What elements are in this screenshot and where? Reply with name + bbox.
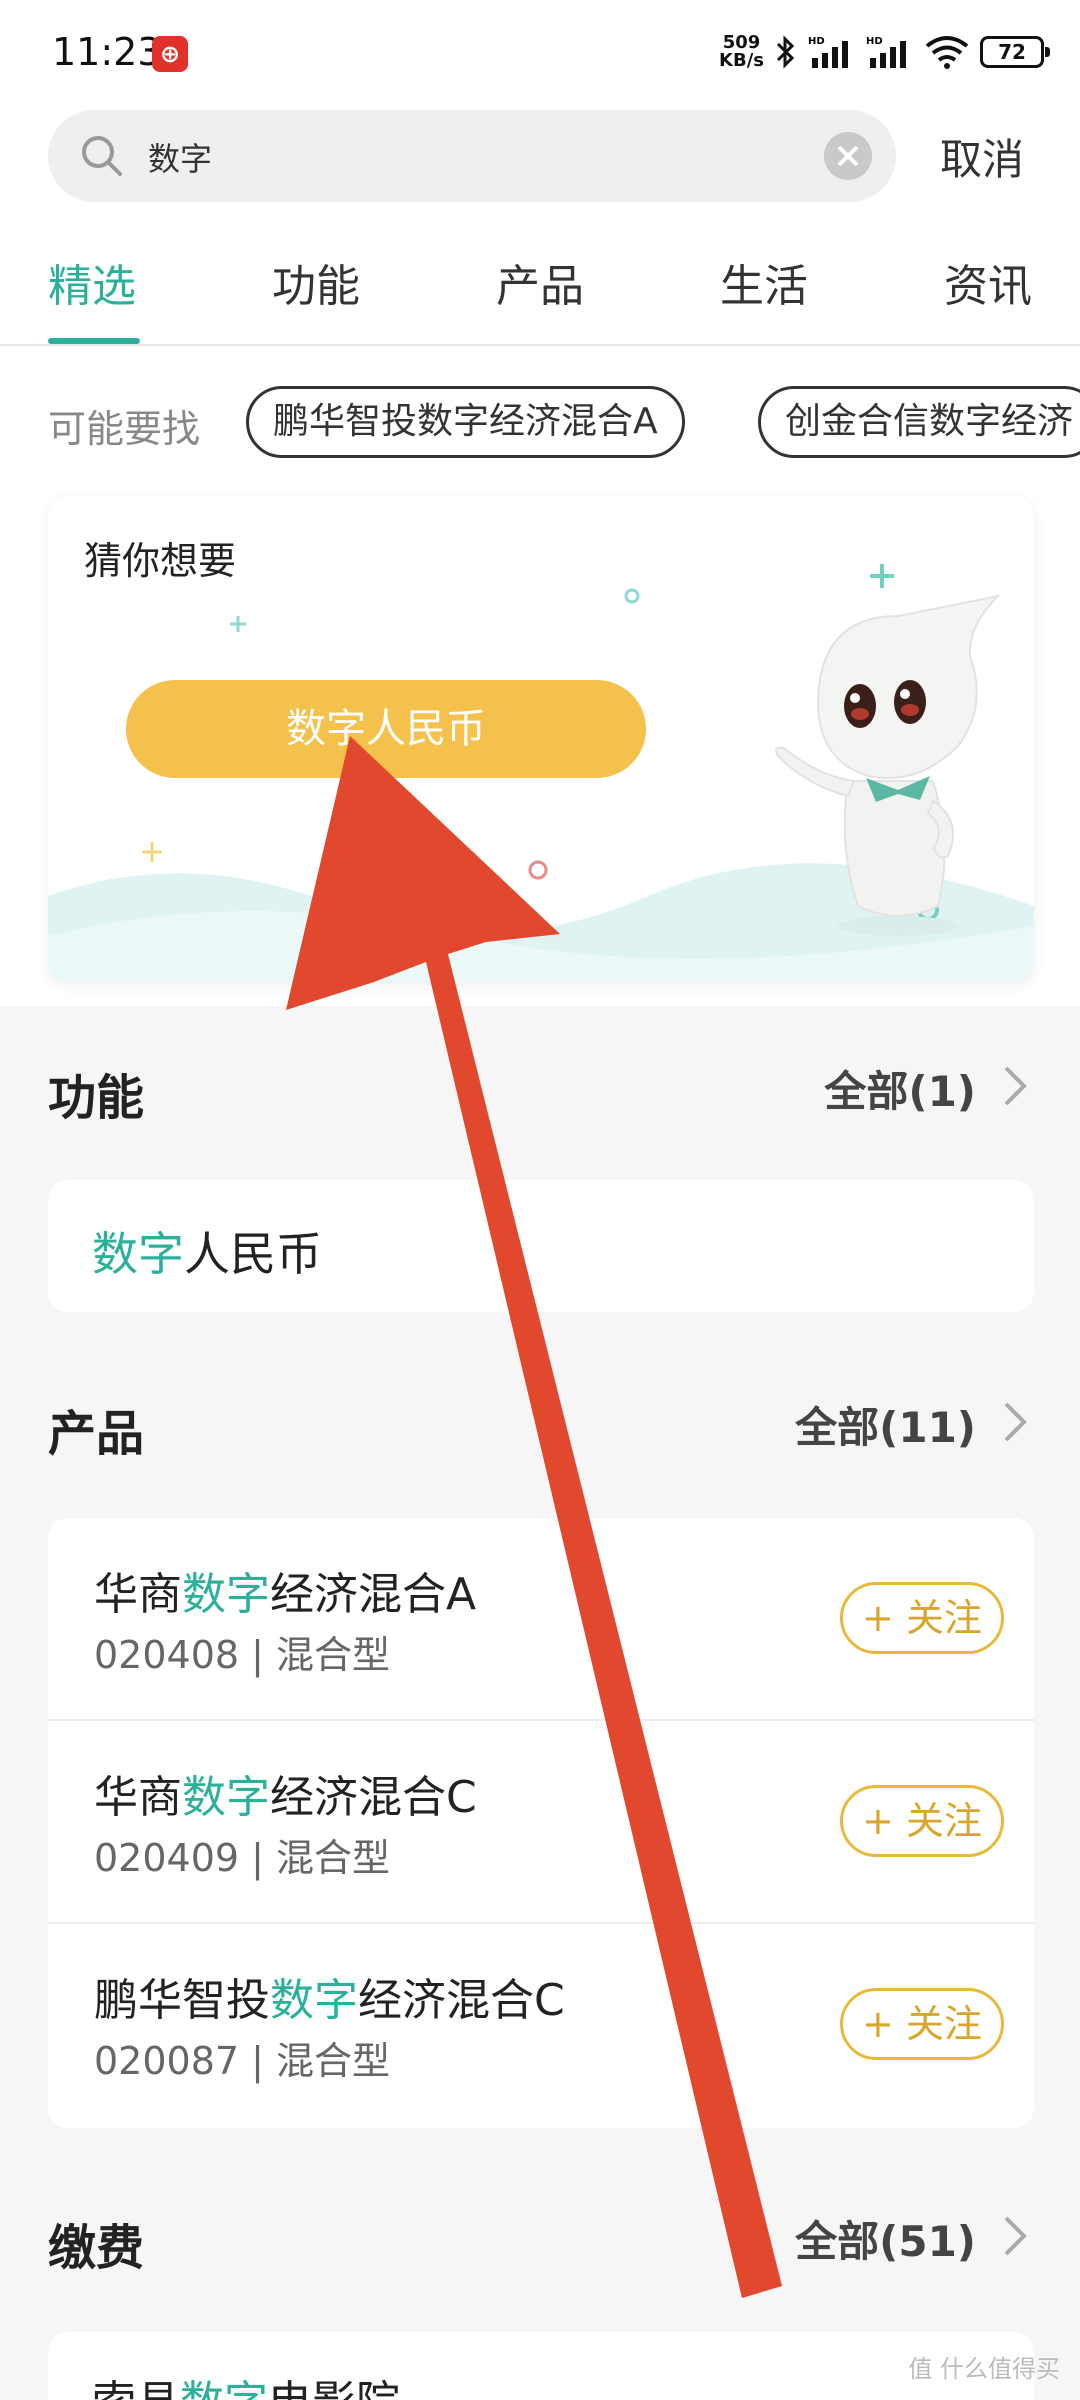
- product-name: 华商数字经济混合A: [94, 1569, 477, 1620]
- guess-card: 猜你想要 数字人民币: [48, 496, 1034, 982]
- ring-icon: [624, 588, 640, 604]
- wifi-icon: [925, 36, 969, 69]
- status-time: 11:23: [52, 30, 162, 74]
- network-speed: 509 KB/s: [719, 34, 764, 70]
- product-meta: 020408 | 混合型: [94, 1633, 391, 1677]
- function-card[interactable]: 数字人民币: [48, 1180, 1034, 1312]
- products-section-title: 产品: [48, 1406, 145, 1462]
- payment-section-header: 缴费 全部(51): [0, 2156, 1080, 2306]
- mascot-illustration: [775, 594, 1002, 936]
- products-section-header: 产品 全部(11): [0, 1342, 1080, 1492]
- status-bar: 11:23 ⊕ 509 KB/s HD HD 72: [0, 0, 1080, 100]
- cancel-button[interactable]: 取消: [940, 126, 1024, 187]
- product-meta: 020087 | 混合型: [94, 2039, 391, 2083]
- search-input[interactable]: 数字: [48, 110, 896, 202]
- chevron-right-icon[interactable]: [998, 2212, 1034, 2260]
- product-name: 鹏华智投数字经济混合C: [94, 1975, 565, 2026]
- search-icon: [82, 136, 122, 176]
- chevron-right-icon[interactable]: [998, 1062, 1034, 1110]
- products-view-all[interactable]: 全部(11): [795, 1394, 976, 1455]
- product-row[interactable]: 华商数字经济混合A 020408 | 混合型 + 关注: [48, 1518, 1034, 1721]
- battery-icon: 72: [980, 36, 1050, 68]
- active-tab-indicator: [48, 338, 140, 344]
- suggestion-chip[interactable]: 鹏华智投数字经济混合A: [246, 386, 685, 458]
- tab-news[interactable]: 资讯: [944, 250, 1032, 314]
- suggestion-chip[interactable]: 创金合信数字经济: [758, 386, 1080, 458]
- tab-featured[interactable]: 精选: [48, 250, 136, 314]
- follow-button[interactable]: + 关注: [840, 1988, 1004, 2060]
- watermark: 值 什么值得买: [908, 2355, 1060, 2383]
- clear-icon[interactable]: [824, 132, 872, 180]
- function-item[interactable]: 数字人民币: [92, 1218, 322, 1284]
- sparkle-icon: [142, 842, 162, 862]
- product-list: 华商数字经济混合A 020408 | 混合型 + 关注 华商数字经济混合C 02…: [48, 1518, 1034, 2128]
- functions-view-all[interactable]: 全部(1): [824, 1058, 976, 1119]
- product-row[interactable]: 华商数字经济混合C 020409 | 混合型 + 关注: [48, 1721, 1034, 1924]
- product-code: 020408: [94, 1633, 240, 1677]
- chevron-right-icon[interactable]: [998, 1398, 1034, 1446]
- svg-text:HD: HD: [866, 36, 883, 47]
- bluetooth-icon: [776, 35, 795, 69]
- payment-card[interactable]: 索县数字电影院: [48, 2332, 1034, 2400]
- product-code: 020087: [94, 2039, 240, 2083]
- keyword-highlight: 数字: [92, 1227, 184, 1281]
- search-value[interactable]: 数字: [148, 134, 212, 180]
- ring-icon: [528, 860, 548, 880]
- signal-hd-2-icon: HD: [866, 36, 906, 68]
- category-tabs: 精选 功能 产品 生活 资讯: [0, 220, 1080, 346]
- tab-products[interactable]: 产品: [496, 250, 584, 314]
- product-meta: 020409 | 混合型: [94, 1836, 391, 1880]
- guess-section: 猜你想要 数字人民币: [0, 476, 1080, 1006]
- digital-rmb-button[interactable]: 数字人民币: [126, 680, 646, 778]
- payment-item[interactable]: 索县数字电影院: [92, 2366, 400, 2400]
- svg-text:HD: HD: [808, 36, 825, 47]
- functions-section-header: 功能 全部(1): [0, 1006, 1080, 1156]
- suggestions-row: 可能要找 鹏华智投数字经济混合A 创金合信数字经济: [0, 346, 1080, 476]
- signal-hd-1-icon: HD: [808, 36, 848, 68]
- payment-view-all[interactable]: 全部(51): [795, 2208, 976, 2269]
- product-type: 混合型: [276, 1836, 391, 1880]
- network-speed-unit: KB/s: [719, 50, 764, 71]
- bank-app-icon: ⊕: [152, 36, 188, 72]
- follow-button[interactable]: + 关注: [840, 1582, 1004, 1654]
- tab-functions[interactable]: 功能: [272, 250, 360, 314]
- product-name: 华商数字经济混合C: [94, 1772, 477, 1823]
- product-type: 混合型: [276, 2039, 391, 2083]
- product-type: 混合型: [276, 1633, 391, 1677]
- product-row[interactable]: 鹏华智投数字经济混合C 020087 | 混合型 + 关注: [48, 1924, 1034, 2127]
- search-row: 数字 取消: [0, 100, 1080, 220]
- payment-section-title: 缴费: [48, 2220, 145, 2276]
- follow-button[interactable]: + 关注: [840, 1785, 1004, 1857]
- functions-section-title: 功能: [48, 1070, 145, 1126]
- guess-title: 猜你想要: [84, 539, 237, 583]
- function-item-rest: 人民币: [184, 1227, 322, 1281]
- product-code: 020409: [94, 1836, 240, 1880]
- tab-life[interactable]: 生活: [720, 250, 808, 314]
- sparkle-icon: [230, 616, 246, 632]
- status-icons: 509 KB/s HD HD 72: [719, 30, 1050, 74]
- suggestions-label: 可能要找: [48, 407, 201, 451]
